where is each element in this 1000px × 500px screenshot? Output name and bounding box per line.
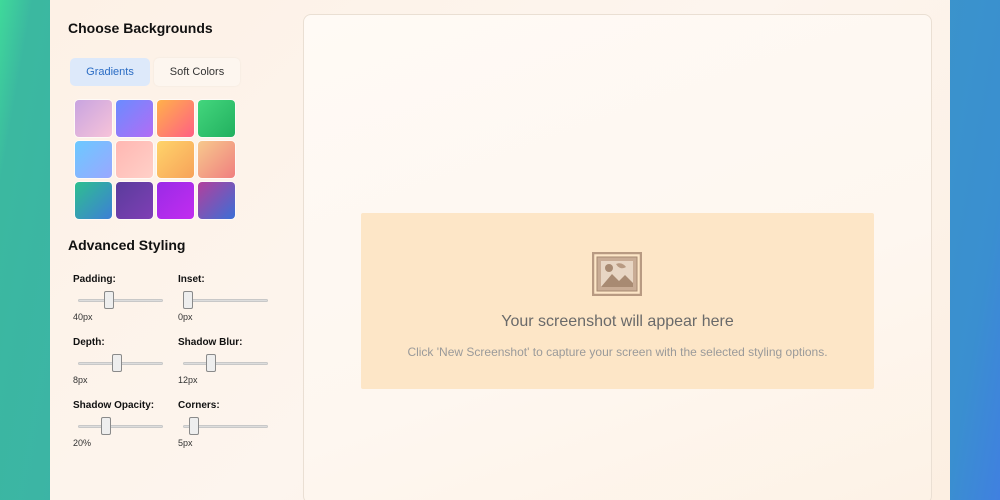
shadow-opacity-control: Shadow Opacity: 20% <box>73 400 168 448</box>
sidebar: Choose Backgrounds Gradients Soft Colors… <box>50 0 300 500</box>
shadow-blur-control: Shadow Blur: 12px <box>178 337 273 385</box>
gradient-swatch-lavender-pink[interactable] <box>75 100 112 137</box>
tab-gradients[interactable]: Gradients <box>70 58 150 86</box>
framed-picture-icon <box>592 252 642 296</box>
gradient-swatch-sky-blue[interactable] <box>75 141 112 178</box>
inset-label: Inset: <box>178 274 205 285</box>
background-tabs: Gradients Soft Colors <box>70 58 242 86</box>
depth-label: Depth: <box>73 337 105 348</box>
placeholder-subtitle: Click 'New Screenshot' to capture your s… <box>407 345 828 359</box>
gradient-swatch-blue-violet[interactable] <box>116 100 153 137</box>
screenshot-placeholder: Your screenshot will appear here Click '… <box>361 213 874 389</box>
depth-value: 8px <box>73 375 88 385</box>
corners-label: Corners: <box>178 400 220 411</box>
slider-thumb[interactable] <box>104 291 114 309</box>
gradient-swatch-purple-blue[interactable] <box>198 182 235 219</box>
advanced-styling-heading: Advanced Styling <box>68 237 186 253</box>
app-window: Choose Backgrounds Gradients Soft Colors… <box>50 0 950 500</box>
shadow-opacity-label: Shadow Opacity: <box>73 400 155 411</box>
slider-thumb[interactable] <box>183 291 193 309</box>
slider-thumb[interactable] <box>189 417 199 435</box>
padding-slider[interactable] <box>73 290 168 309</box>
corners-slider[interactable] <box>178 416 273 435</box>
corners-control: Corners: 5px <box>178 400 273 448</box>
depth-slider[interactable] <box>73 353 168 372</box>
depth-control: Depth: 8px <box>73 337 168 385</box>
gradient-swatch-green[interactable] <box>198 100 235 137</box>
gradient-swatch-teal-blue[interactable] <box>75 182 112 219</box>
backgrounds-heading: Choose Backgrounds <box>68 20 213 36</box>
shadow-blur-label: Shadow Blur: <box>178 337 243 348</box>
shadow-blur-slider[interactable] <box>178 353 273 372</box>
shadow-opacity-slider[interactable] <box>73 416 168 435</box>
preview-area: Your screenshot will appear here Click '… <box>303 14 932 500</box>
gradient-swatch-pink-peach[interactable] <box>116 141 153 178</box>
placeholder-title: Your screenshot will appear here <box>501 313 734 330</box>
inset-control: Inset: 0px <box>178 274 273 322</box>
gradient-swatch-deep-purple[interactable] <box>116 182 153 219</box>
padding-label: Padding: <box>73 274 116 285</box>
gradient-swatch-orange-pink[interactable] <box>157 100 194 137</box>
gradient-swatch-violet[interactable] <box>157 182 194 219</box>
inset-value: 0px <box>178 312 193 322</box>
shadow-opacity-value: 20% <box>73 438 92 448</box>
slider-thumb[interactable] <box>101 417 111 435</box>
shadow-blur-value: 12px <box>178 375 198 385</box>
gradient-swatch-grid <box>75 100 235 219</box>
tab-soft-colors[interactable]: Soft Colors <box>154 58 240 86</box>
padding-control: Padding: 40px <box>73 274 168 322</box>
slider-thumb[interactable] <box>206 354 216 372</box>
inset-slider[interactable] <box>178 290 273 309</box>
gradient-swatch-yellow-orange[interactable] <box>157 141 194 178</box>
gradient-swatch-peach-rose[interactable] <box>198 141 235 178</box>
padding-value: 40px <box>73 312 93 322</box>
corners-value: 5px <box>178 438 193 448</box>
slider-thumb[interactable] <box>112 354 122 372</box>
